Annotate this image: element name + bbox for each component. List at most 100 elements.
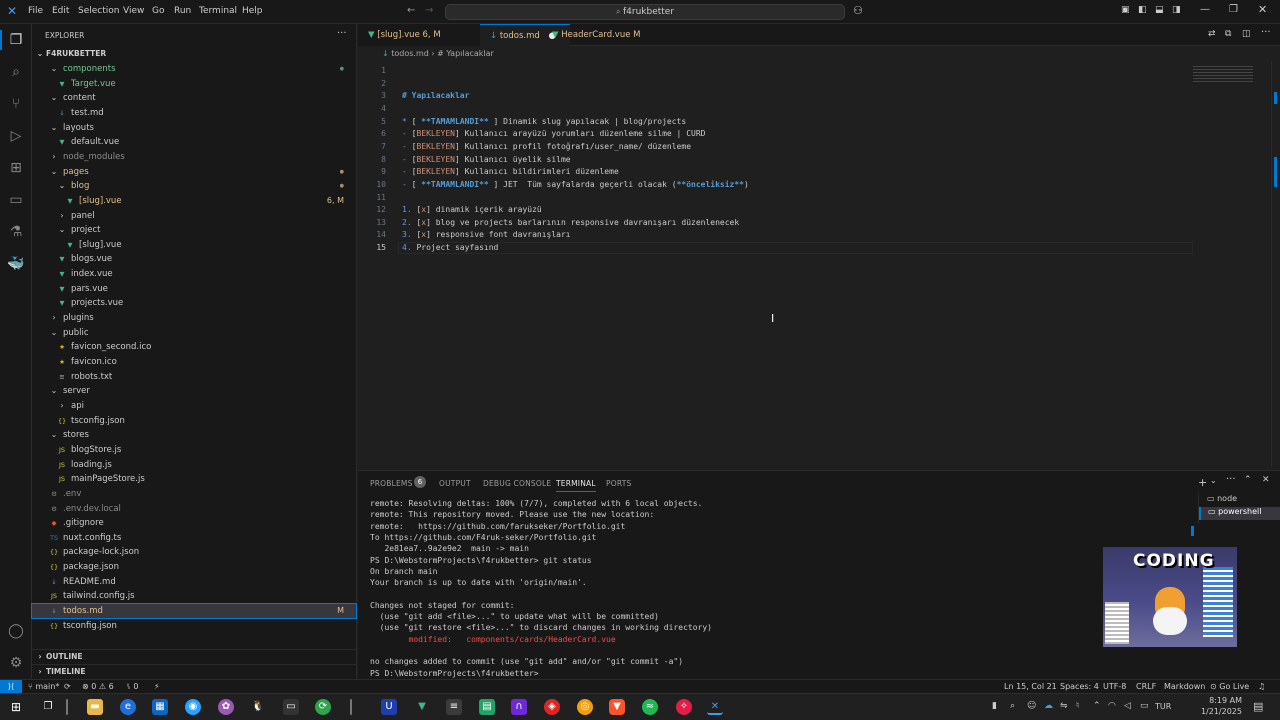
breadcrumb-file[interactable]: todos.md (391, 49, 429, 58)
tab-problems[interactable]: PROBLEMS (370, 479, 413, 488)
tree-item[interactable]: ▼ [slug].vue (32, 238, 356, 252)
extensions-icon[interactable]: ⊞ (6, 158, 26, 178)
menu-view[interactable]: View (123, 6, 144, 16)
sync-icon[interactable]: ⟳ (64, 682, 71, 691)
tray-chevron-icon[interactable]: ⌃ (1093, 701, 1101, 711)
tree-item[interactable]: ⌄ components ● (32, 62, 356, 76)
task-view-icon[interactable]: ❐ (40, 699, 56, 715)
editor-more-icon[interactable]: ··· (1261, 27, 1271, 38)
battery-icon[interactable]: ▭ (1140, 701, 1149, 711)
tree-item[interactable]: JS tailwind.config.js (32, 589, 356, 603)
tree-item[interactable]: ▼ Target.vue (32, 77, 356, 91)
notifications-bell-icon[interactable]: ♫ (1258, 682, 1265, 691)
tree-item[interactable]: {} tsconfig.json (32, 619, 356, 633)
tree-item[interactable]: JS mainPageStore.js (32, 472, 356, 486)
tab-output[interactable]: OUTPUT (439, 479, 471, 488)
open-preview-icon[interactable]: ⧉ (1225, 29, 1231, 39)
cursor-position[interactable]: Ln 15, Col 21 (1004, 682, 1057, 691)
tab-debug-console[interactable]: DEBUG CONSOLE (483, 479, 551, 488)
forward-arrow-icon[interactable]: → (425, 5, 433, 16)
tree-item[interactable]: ↓ todos.md M (31, 603, 357, 620)
editor-scrollbar[interactable] (1271, 62, 1280, 467)
split-editor-icon[interactable]: ◫ (1242, 29, 1251, 39)
line-endings[interactable]: CRLF (1136, 682, 1156, 691)
tree-item[interactable]: › api (32, 399, 356, 413)
accounts-icon[interactable]: ◯ (6, 621, 26, 641)
branch-status[interactable]: ⑂ main* (28, 682, 59, 691)
menu-edit[interactable]: Edit (52, 6, 69, 16)
go-live[interactable]: ⊙ Go Live (1210, 682, 1249, 691)
tree-item[interactable]: ⌄ server (32, 384, 356, 398)
encoding[interactable]: UTF-8 (1103, 682, 1126, 691)
tab-headercard-vue[interactable]: ▼ HeaderCard.vue M (542, 24, 662, 46)
tree-item[interactable]: ▼ default.vue (32, 135, 356, 149)
panel-more-icon[interactable]: ··· (1226, 474, 1236, 485)
app-icon-blue[interactable]: ◉ (185, 699, 201, 715)
command-center-search[interactable]: ⌕ f4rukbetter (445, 4, 845, 20)
edge-browser-icon[interactable]: e (120, 699, 136, 715)
tree-item[interactable]: ★ favicon.ico (32, 355, 356, 369)
workspace-root[interactable]: ⌄ F4RUKBETTER (32, 47, 356, 61)
tree-item[interactable]: ≡ robots.txt (32, 370, 356, 384)
tab-slug-vue[interactable]: ▼ [slug].vue 6, M (358, 24, 498, 46)
brave-browser-icon[interactable]: ▼ (609, 699, 625, 715)
tree-item[interactable]: JS blogStore.js (32, 443, 356, 457)
volume-icon[interactable]: ◁ (1124, 701, 1131, 711)
indentation[interactable]: Spaces: 4 (1060, 682, 1099, 691)
linux-penguin-icon[interactable]: 🐧 (250, 699, 266, 715)
menu-run[interactable]: Run (174, 6, 191, 16)
tree-item[interactable]: ▼ pars.vue (32, 282, 356, 296)
terminal-scrollbar[interactable] (1191, 526, 1194, 536)
tray-network-icon[interactable]: ⇋ (1060, 701, 1068, 711)
tray-app-icon[interactable]: ▮ (992, 701, 997, 711)
open-changes-icon[interactable]: ⇄ (1208, 29, 1216, 39)
maximize-icon[interactable]: ❐ (1229, 4, 1238, 15)
menu-go[interactable]: Go (152, 6, 164, 16)
chevron-down-icon[interactable]: ⌄ (1210, 476, 1217, 485)
app-icon-green[interactable]: ⟳ (315, 699, 331, 715)
tree-item[interactable]: TS nuxt.config.ts (32, 531, 356, 545)
tree-item[interactable]: ⌄ content (32, 91, 356, 105)
tree-item[interactable]: ▼ blogs.vue (32, 252, 356, 266)
menu-selection[interactable]: Selection (78, 6, 119, 16)
file-explorer-icon[interactable]: ▬ (87, 699, 103, 715)
close-panel-icon[interactable]: ✕ (1262, 475, 1270, 485)
tree-item[interactable]: ⌄ blog ● (32, 179, 356, 193)
maximize-panel-icon[interactable]: ⌃ (1244, 475, 1252, 485)
new-terminal-icon[interactable]: + (1198, 476, 1207, 489)
tree-item[interactable]: ▼ projects.vue (32, 296, 356, 310)
app-icon-red[interactable]: ◈ (544, 699, 560, 715)
manage-gear-icon[interactable]: ⚙ (6, 653, 26, 673)
tray-search-icon[interactable]: ⌕ (1010, 701, 1015, 711)
input-language[interactable]: TUR (1155, 702, 1171, 711)
search-view-icon[interactable]: ⌕ (6, 62, 26, 82)
source-control-icon[interactable]: ⑂ (6, 94, 26, 114)
notification-center-icon[interactable]: ▤ (1253, 700, 1263, 713)
tab-ports[interactable]: PORTS (606, 479, 631, 488)
chrome-icon[interactable]: ◎ (577, 699, 593, 715)
timeline-section[interactable]: › TIMELINE (32, 664, 356, 678)
breadcrumb-section[interactable]: # Yapılacaklar (437, 49, 494, 58)
app-icon-lines[interactable]: ≡ (446, 699, 462, 715)
app-icon-sheet[interactable]: ▤ (479, 699, 495, 715)
app-icon-u[interactable]: U (381, 699, 397, 715)
toggle-sidebar-icon[interactable]: ◧ (1138, 5, 1147, 15)
terminal-item-node[interactable]: ▭ node (1207, 494, 1237, 503)
app-icon-purple[interactable]: ✿ (218, 699, 234, 715)
tray-people-icon[interactable]: ☺ (1027, 701, 1036, 711)
tab-terminal[interactable]: TERMINAL (556, 479, 596, 492)
tree-item[interactable]: JS loading.js (32, 458, 356, 472)
clock-time[interactable]: 8:19 AM (1204, 696, 1242, 705)
minimap[interactable] (1193, 66, 1253, 82)
vue-app-icon[interactable]: ▼ (414, 699, 430, 715)
store-icon[interactable]: ▦ (152, 699, 168, 715)
tunnel-icon[interactable]: ⚡ (154, 682, 160, 691)
menu-help[interactable]: Help (242, 6, 263, 16)
clock-date[interactable]: 1/21/2025 (1200, 707, 1242, 716)
back-arrow-icon[interactable]: ← (407, 5, 415, 16)
run-debug-icon[interactable]: ▷ (6, 126, 26, 146)
customize-layout-icon[interactable]: ▣ (1121, 5, 1130, 15)
windows-start-icon[interactable]: ⊞ (8, 699, 24, 715)
tree-item[interactable]: ⚙ .env (32, 487, 356, 501)
outline-section[interactable]: › OUTLINE (32, 649, 356, 663)
